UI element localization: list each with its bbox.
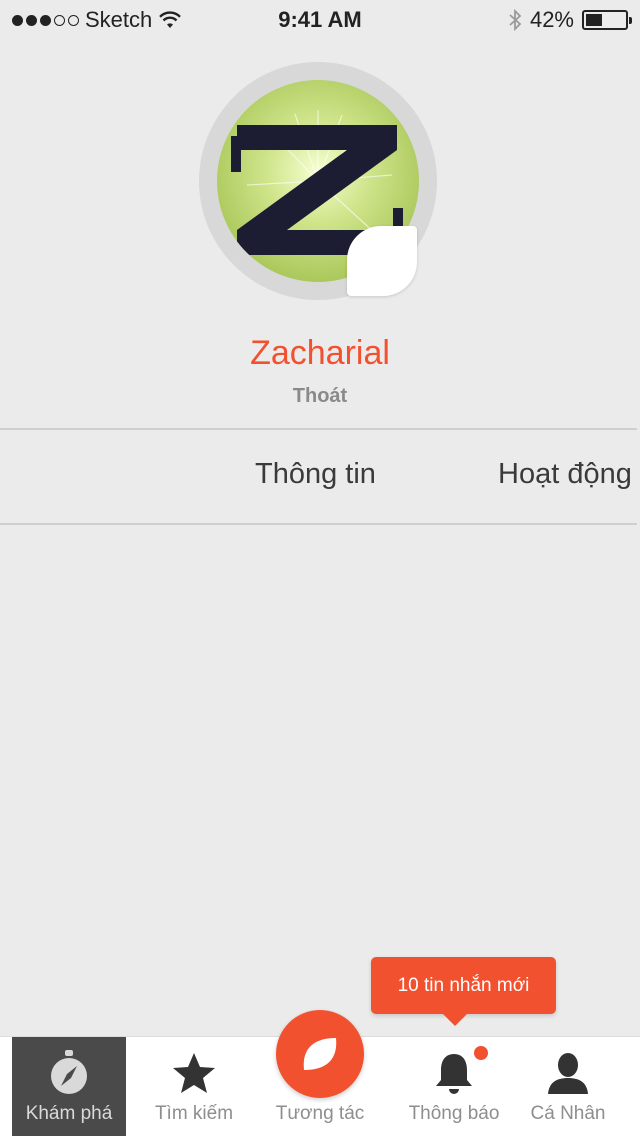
tab-divider-bottom [0,523,637,525]
bluetooth-icon [509,9,522,31]
user-icon [548,1053,588,1094]
bell-icon [436,1054,472,1094]
battery-icon [582,10,632,30]
tab-info[interactable]: Thông tin [255,458,376,491]
tab-bar-profile-label: Cá Nhân [530,1103,606,1124]
compose-button[interactable] [276,1010,364,1098]
notification-badge [472,1044,490,1062]
wifi-icon [159,11,182,28]
profile-avatar[interactable] [199,62,437,300]
tab-bar-search-label: Tìm kiếm [154,1103,234,1124]
tab-bar-notifications-label: Thông báo [408,1103,500,1124]
tab-divider-top [0,428,637,430]
battery-percent: 42% [529,7,574,32]
tab-bar-explore-label: Khám phá [25,1103,113,1124]
tab-activity[interactable]: Hoạt động [498,458,632,491]
profile-name: Zacharial [250,334,390,372]
toast-message: 10 tin nhắn mới [397,974,530,996]
tab-bar-search[interactable]: Tìm kiếm [132,1037,256,1136]
tab-bar-notifications[interactable]: Thông báo [392,1037,516,1136]
tab-bar-explore[interactable]: Khám phá [12,1037,126,1136]
new-messages-toast[interactable]: 10 tin nhắn mới [371,957,556,1026]
tab-bar-profile[interactable]: Cá Nhân [512,1037,624,1136]
signal-strength-icon [12,14,79,26]
carrier-name: Sketch [85,7,153,32]
leaf-chat-icon [303,1038,337,1070]
compass-icon [51,1050,87,1094]
tab-bar-interact-label: Tương tác [275,1103,365,1124]
star-icon [173,1053,215,1093]
status-bar: Sketch 9:41 AM 42% [0,0,640,40]
edit-avatar-badge[interactable] [347,226,417,296]
status-right: 42% [508,7,632,33]
logout-link[interactable]: Thoát [0,385,640,408]
status-left: Sketch [12,7,182,33]
battery-level [586,14,602,26]
